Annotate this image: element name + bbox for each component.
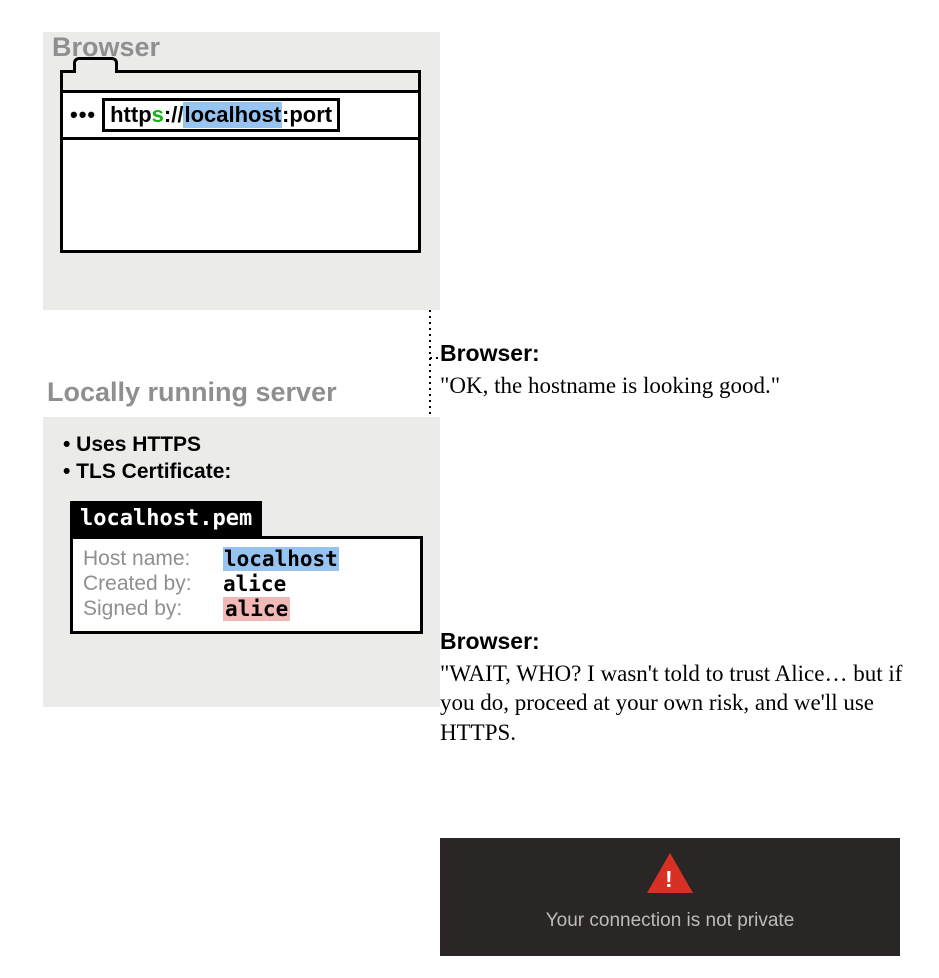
warning-triangle-icon bbox=[647, 853, 693, 893]
browser-toolbar: ••• https://localhost:port bbox=[63, 93, 418, 140]
cert-val-createdby: alice bbox=[223, 572, 286, 596]
annotation-speaker: Browser: bbox=[440, 628, 920, 655]
browser-window: ••• https://localhost:port bbox=[60, 70, 421, 253]
url-port: port bbox=[289, 102, 332, 128]
server-panel: • Uses HTTPS • TLS Certificate: localhos… bbox=[43, 417, 440, 707]
cert-val-hostname: localhost bbox=[223, 547, 339, 571]
url-host: localhost bbox=[183, 102, 282, 128]
annotation-speaker: Browser: bbox=[440, 340, 920, 367]
cert-filename: localhost.pem bbox=[70, 501, 262, 536]
address-bar[interactable]: https://localhost:port bbox=[102, 98, 340, 132]
cert-key: Host name: bbox=[83, 547, 223, 571]
url-scheme: http bbox=[110, 102, 152, 128]
error-message: Your connection is not private bbox=[546, 910, 795, 932]
cert-row-hostname: Host name: localhost bbox=[83, 547, 410, 571]
cert-details: Host name: localhost Created by: alice S… bbox=[70, 536, 423, 634]
browser-tabstrip bbox=[63, 73, 418, 93]
browser-viewport bbox=[63, 140, 418, 250]
cert-row-signedby: Signed by: alice bbox=[83, 597, 410, 621]
server-bullet: • Uses HTTPS bbox=[63, 433, 420, 457]
url-sep: :// bbox=[164, 102, 184, 128]
annotation-signer-warning: Browser: "WAIT, WHO? I wasn't told to tr… bbox=[440, 628, 920, 747]
server-bullet: • TLS Certificate: bbox=[63, 460, 420, 484]
annotation-text: "OK, the hostname is looking good." bbox=[440, 371, 920, 400]
toolbar-more-icon[interactable]: ••• bbox=[70, 102, 96, 128]
server-panel-title: Locally running server bbox=[47, 377, 337, 408]
cert-key: Signed by: bbox=[83, 597, 223, 621]
annotation-hostname-ok: Browser: "OK, the hostname is looking go… bbox=[440, 340, 920, 400]
url-scheme-s: s bbox=[152, 102, 164, 128]
annotation-text: "WAIT, WHO? I wasn't told to trust Alice… bbox=[440, 659, 920, 747]
cert-row-createdby: Created by: alice bbox=[83, 572, 410, 596]
url-port-sep: : bbox=[282, 102, 289, 128]
browser-tab[interactable] bbox=[73, 57, 118, 73]
cert-val-signedby: alice bbox=[223, 597, 290, 621]
browser-error-interstitial: Your connection is not private bbox=[440, 838, 900, 956]
cert-key: Created by: bbox=[83, 572, 223, 596]
